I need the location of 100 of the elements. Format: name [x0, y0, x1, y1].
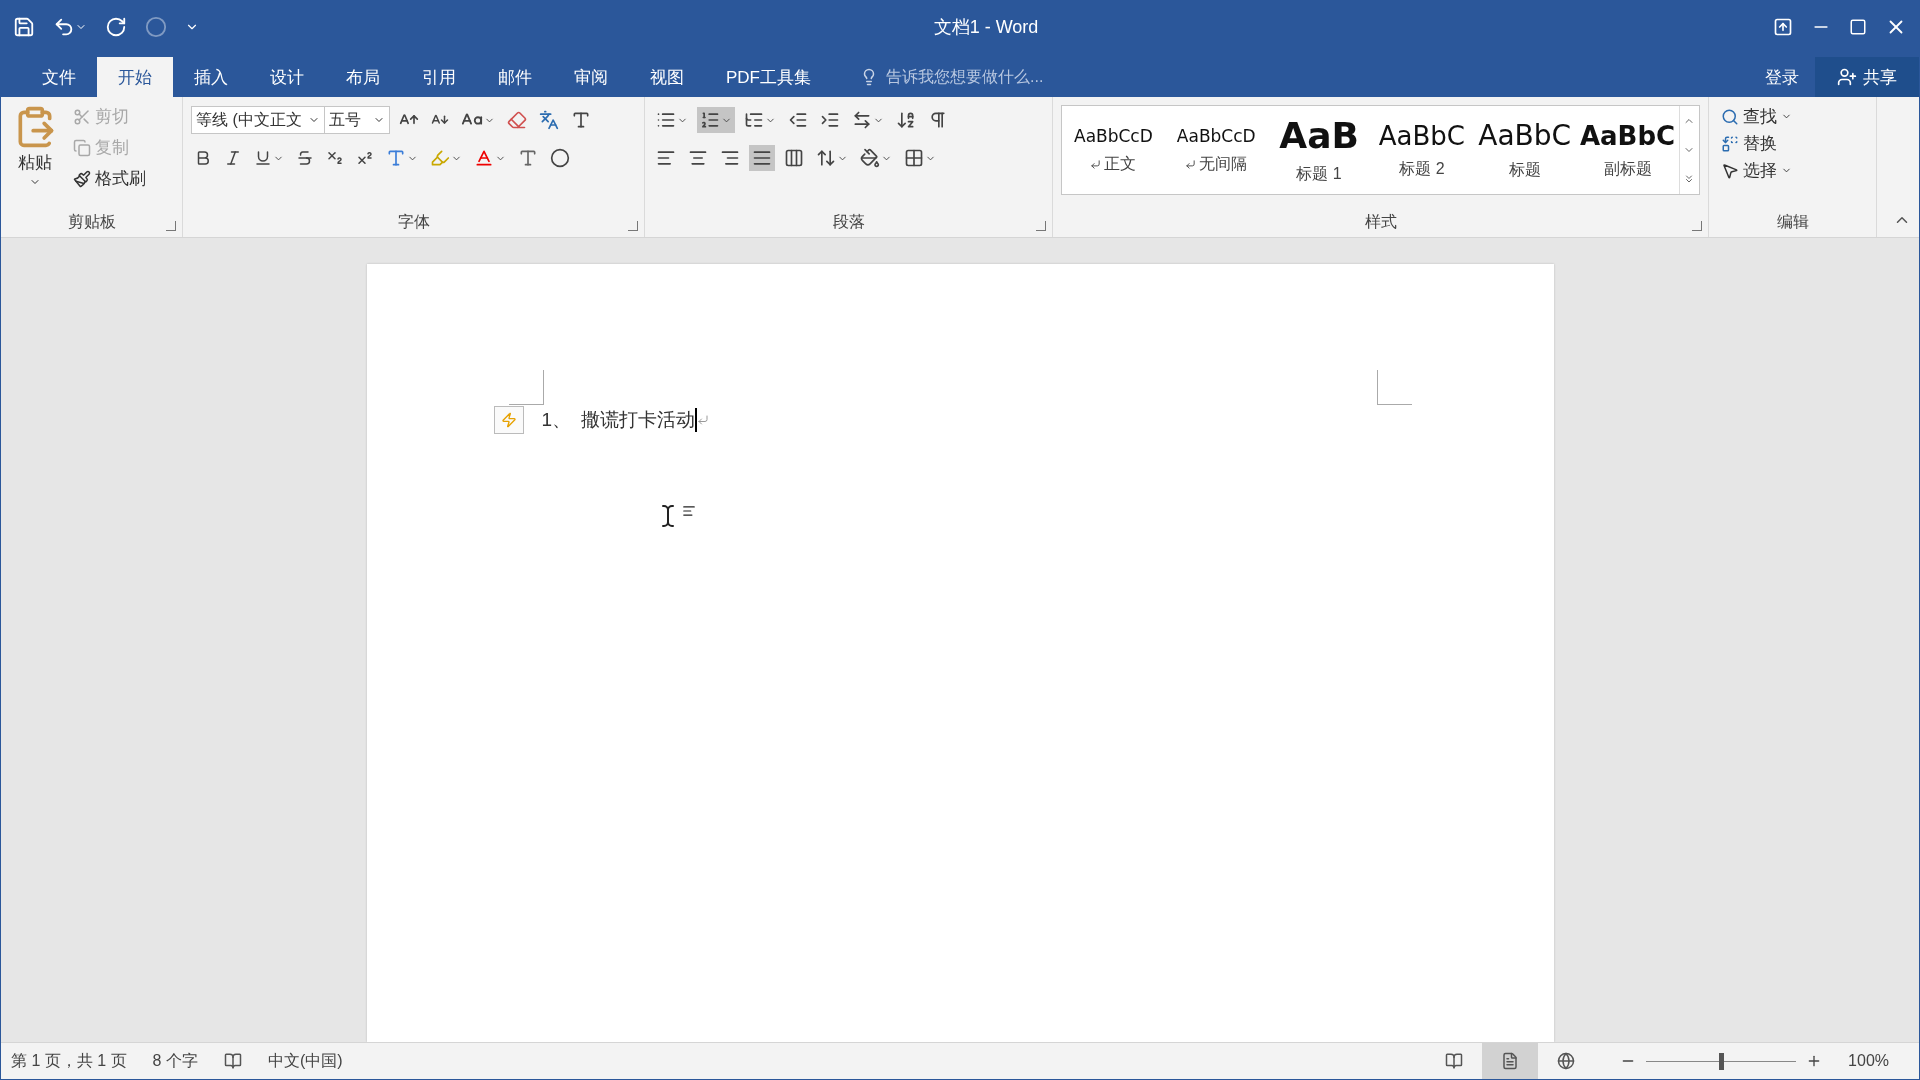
- paintbrush-icon: [73, 169, 91, 188]
- style-item[interactable]: AaBbC 标题: [1473, 106, 1577, 194]
- strikethrough-icon: [296, 149, 314, 167]
- dialog-launcher-icon[interactable]: [628, 221, 638, 231]
- style-preview: AaBbC: [1478, 119, 1572, 152]
- align-left-icon: [656, 148, 676, 168]
- character-shading-icon: [518, 148, 538, 168]
- group-label: 剪贴板: [67, 212, 116, 232]
- italic-icon: [224, 149, 242, 167]
- grid-icon: [904, 148, 924, 168]
- ribbon-tab[interactable]: PDF工具集: [705, 57, 832, 97]
- redo-icon[interactable]: [105, 16, 127, 38]
- style-name: 无间隔: [1199, 153, 1248, 174]
- character-border-icon: [571, 110, 591, 130]
- paint-bucket-icon: [860, 148, 880, 168]
- paragraph-mark-icon: [1090, 158, 1102, 170]
- group-label: 段落: [832, 212, 865, 232]
- ribbon-display-icon[interactable]: [1773, 17, 1793, 37]
- ribbon-tab[interactable]: 邮件: [477, 57, 553, 97]
- copy-icon: [73, 138, 91, 157]
- style-name: 标题: [1508, 160, 1541, 180]
- list-number: 1、: [541, 408, 572, 432]
- circle-icon[interactable]: [145, 16, 167, 38]
- style-preview: AaBbC: [1378, 120, 1465, 151]
- ribbon-tab[interactable]: 文件: [21, 57, 97, 97]
- style-name: 标题 2: [1399, 158, 1445, 179]
- ribbon-tab[interactable]: 视图: [629, 57, 705, 97]
- superscript-icon: [356, 149, 374, 167]
- language-label: 中文(中国): [267, 1050, 343, 1071]
- font-name-field[interactable]: 等线 (中文正文: [191, 106, 325, 134]
- ribbon-tab[interactable]: 审阅: [553, 57, 629, 97]
- style-item[interactable]: AaBbCcD 正文: [1062, 106, 1165, 194]
- search-icon: [1721, 107, 1739, 126]
- style-item[interactable]: AaB 标题 1: [1267, 106, 1371, 194]
- paragraph-mark-icon: [697, 414, 710, 426]
- style-preview: AaBbCcD: [1074, 125, 1153, 146]
- page-count: 第 1 页，共 1 页: [11, 1050, 127, 1071]
- undo-icon[interactable]: [53, 16, 87, 38]
- share-button[interactable]: 共享: [1815, 57, 1919, 97]
- multilevel-list-icon: [744, 110, 764, 130]
- zoom-thumb[interactable]: [1719, 1052, 1725, 1070]
- style-preview: AaB: [1279, 115, 1359, 156]
- margin-corner-mark: [1376, 370, 1412, 405]
- ribbon-tab[interactable]: 布局: [325, 57, 401, 97]
- arrows-icon: [852, 110, 872, 130]
- zoom-level[interactable]: 100%: [1848, 1052, 1889, 1070]
- dialog-launcher-icon[interactable]: [166, 221, 176, 231]
- dialog-launcher-icon[interactable]: [1036, 221, 1046, 231]
- style-item[interactable]: AaBbCcD 无间隔: [1164, 106, 1268, 194]
- replace-icon: [1721, 134, 1739, 153]
- font-color-icon: [474, 148, 494, 168]
- sign-in-link[interactable]: 登录: [1749, 57, 1815, 97]
- justify-button[interactable]: [749, 145, 775, 171]
- person-icon: [1837, 67, 1857, 87]
- format-painter-button[interactable]: 格式刷: [69, 165, 150, 192]
- outdent-icon: [788, 110, 808, 130]
- style-preview: AaBbC: [1579, 120, 1676, 151]
- find-button[interactable]: 查找: [1717, 103, 1868, 130]
- highlighter-icon: [430, 148, 450, 168]
- text-cursor: [695, 408, 698, 432]
- columns-icon: [784, 148, 804, 168]
- group-label: 编辑: [1776, 212, 1809, 232]
- phonetic-guide-icon: [539, 110, 559, 130]
- globe-icon: [1557, 1052, 1576, 1070]
- margin-corner-mark: [508, 370, 544, 405]
- enclose-character-icon: [550, 148, 570, 168]
- style-preview: AaBbCcD: [1176, 125, 1256, 146]
- style-item[interactable]: AaBbC 标题 2: [1370, 106, 1474, 194]
- select-button[interactable]: 选择: [1717, 157, 1868, 184]
- align-right-icon: [720, 148, 740, 168]
- align-center-icon: [688, 148, 708, 168]
- save-icon[interactable]: [13, 16, 35, 38]
- maximize-icon[interactable]: [1849, 18, 1867, 36]
- style-item[interactable]: AaBbC 副标题: [1576, 106, 1679, 194]
- group-label: 字体: [397, 212, 430, 232]
- ribbon-tab[interactable]: 插入: [173, 57, 249, 97]
- pointer-icon: [1721, 161, 1739, 180]
- numbered-list-button[interactable]: [697, 107, 735, 133]
- sort-icon: [896, 110, 916, 130]
- replace-button[interactable]: 替换: [1717, 130, 1868, 157]
- pilcrow-icon: [928, 110, 948, 130]
- book-icon: [1445, 1052, 1464, 1070]
- ribbon-tab[interactable]: 引用: [401, 57, 477, 97]
- paste-button[interactable]: 粘贴: [9, 103, 61, 207]
- numbered-list-icon: [700, 110, 720, 130]
- line-spacing-icon: [816, 148, 836, 168]
- justify-icon: [752, 148, 772, 168]
- text-effects-icon: [386, 148, 406, 168]
- ribbon-tab[interactable]: 设计: [249, 57, 325, 97]
- dialog-launcher-icon[interactable]: [1692, 221, 1702, 231]
- font-size-field[interactable]: 五号: [324, 106, 390, 134]
- scissors-icon: [73, 107, 91, 126]
- tell-me-field[interactable]: 告诉我您想要做什么...: [884, 67, 1148, 87]
- window-title: 文档1 - Word: [932, 16, 1040, 39]
- bullet-list-icon: [656, 110, 676, 130]
- style-name: 正文: [1104, 153, 1137, 174]
- group-label: 样式: [1364, 212, 1397, 232]
- proofing-icon[interactable]: [223, 1052, 242, 1070]
- ribbon-tab[interactable]: 开始: [97, 57, 173, 97]
- print-layout-button[interactable]: [1482, 1043, 1539, 1079]
